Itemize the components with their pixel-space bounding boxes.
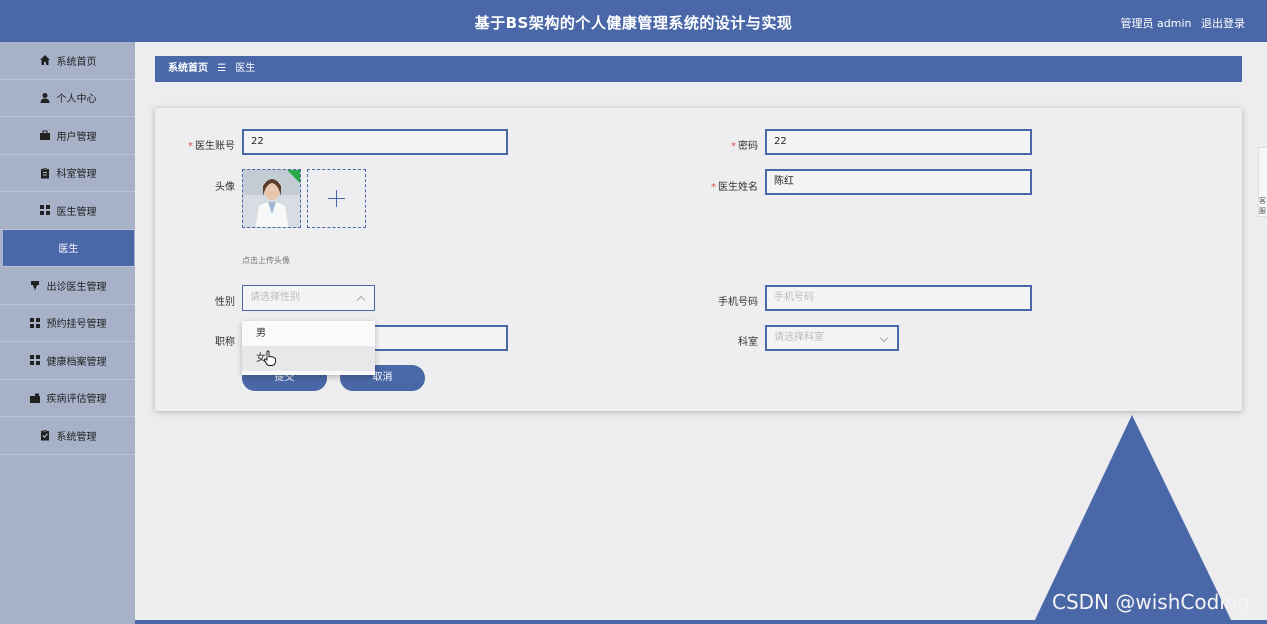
app-title: 基于BS架构的个人健康管理系统的设计与实现 (474, 14, 793, 32)
doctor-name-value: 陈红 (774, 176, 794, 187)
sidebar-item-label: 医生管理 (56, 206, 97, 218)
sidebar-item-visiting-doctor-management[interactable]: 出诊医生管理 (0, 267, 135, 305)
home-icon (39, 55, 50, 66)
doctor-name-input[interactable]: 陈红 (765, 169, 1032, 195)
sidebar-item-home[interactable]: 系统首页 (0, 42, 135, 80)
grid-icon (29, 355, 40, 366)
sidebar-item-label: 预约挂号管理 (46, 319, 107, 331)
side-tab-label: 客服 (1259, 197, 1266, 215)
top-bar: 基于BS架构的个人健康管理系统的设计与实现 管理员 admin 退出登录 (0, 0, 1267, 42)
department-placeholder: 请选择科室 (774, 332, 824, 343)
required-star: * (188, 141, 193, 152)
grid-icon (39, 205, 50, 216)
gender-placeholder: 请选择性别 (250, 292, 300, 303)
clipboard-icon (40, 167, 49, 179)
doctor-account-label: * 医生账号 (175, 137, 235, 152)
doctor-account-input[interactable]: 22 (242, 129, 508, 155)
sidebar-item-label: 用户管理 (56, 131, 97, 143)
sidebar-item-label: 系统首页 (56, 56, 97, 68)
gender-dropdown: 男 女 (242, 321, 375, 375)
password-label-text: 密码 (738, 141, 758, 152)
briefcase-icon (29, 393, 40, 403)
sidebar-item-label: 健康档案管理 (46, 356, 107, 368)
password-value: 22 (774, 136, 787, 147)
avatar-image[interactable] (242, 169, 301, 228)
gender-select[interactable]: 请选择性别 (242, 285, 375, 311)
doctor-form-panel: * 医生账号 22 * 密码 22 头像 点击上传头像 * 医生姓名 陈红 性别 请选… (155, 108, 1242, 411)
chevron-down-icon (879, 333, 889, 343)
password-input[interactable]: 22 (765, 129, 1032, 155)
breadcrumb-home[interactable]: 系统首页 (168, 63, 208, 74)
logout-link[interactable]: 退出登录 (1201, 17, 1245, 30)
doctor-name-label: * 医生姓名 (695, 178, 758, 193)
breadcrumb-current: 医生 (235, 63, 256, 74)
sidebar-item-label: 医生 (58, 244, 79, 256)
watermark: CSDN @wishCoding (1052, 590, 1251, 614)
cup-icon (30, 281, 39, 291)
sidebar-item-personal-center[interactable]: 个人中心 (0, 80, 135, 117)
upload-avatar-button[interactable] (307, 169, 366, 228)
user-icon (40, 92, 49, 103)
sidebar-item-department-management[interactable]: 科室管理 (0, 155, 135, 192)
avatar-label: 头像 (215, 182, 235, 193)
gender-option-female[interactable]: 女 (242, 346, 375, 371)
sidebar-item-health-record-management[interactable]: 健康档案管理 (0, 342, 135, 380)
department-label: 科室 (738, 337, 758, 348)
sidebar-item-label: 出诊医生管理 (46, 281, 107, 293)
admin-user-label: 管理员 admin (1120, 17, 1192, 30)
user-area: 管理员 admin 退出登录 (1115, 15, 1245, 31)
sidebar-item-label: 科室管理 (56, 169, 97, 181)
phone-label: 手机号码 (718, 297, 758, 308)
sidebar-item-disease-assessment-management[interactable]: 疾病评估管理 (0, 380, 135, 417)
doctor-name-label-text: 医生姓名 (718, 182, 758, 193)
clipboard-check-icon (40, 430, 49, 441)
sidebar-item-label: 疾病评估管理 (46, 394, 107, 406)
required-star: * (711, 182, 716, 193)
required-star: * (731, 141, 736, 152)
sidebar-item-doctor-management[interactable]: 医生管理 (0, 192, 135, 230)
password-label: * 密码 (695, 137, 758, 152)
briefcase-icon (39, 130, 50, 141)
sidebar: 系统首页 个人中心 用户管理 科室管理 医生管理 医生 出诊医生管理 预约挂号管… (0, 42, 135, 624)
doctor-account-value: 22 (251, 136, 264, 147)
bottom-bar (135, 620, 1267, 624)
gender-option-male[interactable]: 男 (242, 321, 375, 346)
gender-label: 性别 (215, 297, 235, 308)
phone-input[interactable]: 手机号码 (765, 285, 1032, 311)
phone-placeholder: 手机号码 (774, 292, 814, 303)
sidebar-item-user-management[interactable]: 用户管理 (0, 117, 135, 155)
sidebar-item-system-management[interactable]: 系统管理 (0, 417, 135, 455)
sidebar-item-label: 系统管理 (56, 431, 97, 443)
doctor-photo (243, 170, 300, 227)
avatar-upload-hint: 点击上传头像 (242, 256, 290, 265)
sidebar-item-appointment-management[interactable]: 预约挂号管理 (0, 305, 135, 342)
hand-cursor-icon (264, 350, 276, 366)
side-floating-tab[interactable]: 客服 (1258, 147, 1267, 217)
sidebar-item-doctor[interactable]: 医生 (3, 229, 134, 267)
department-select[interactable]: 请选择科室 (765, 325, 899, 351)
chevron-up-icon (356, 295, 366, 305)
sidebar-item-label: 个人中心 (56, 94, 97, 106)
grid-icon (29, 317, 40, 328)
title-label: 职称 (215, 337, 235, 348)
breadcrumb-separator-icon: ☰ (217, 63, 227, 74)
doctor-account-label-text: 医生账号 (195, 141, 235, 152)
breadcrumb: 系统首页 ☰ 医生 (155, 56, 1242, 82)
